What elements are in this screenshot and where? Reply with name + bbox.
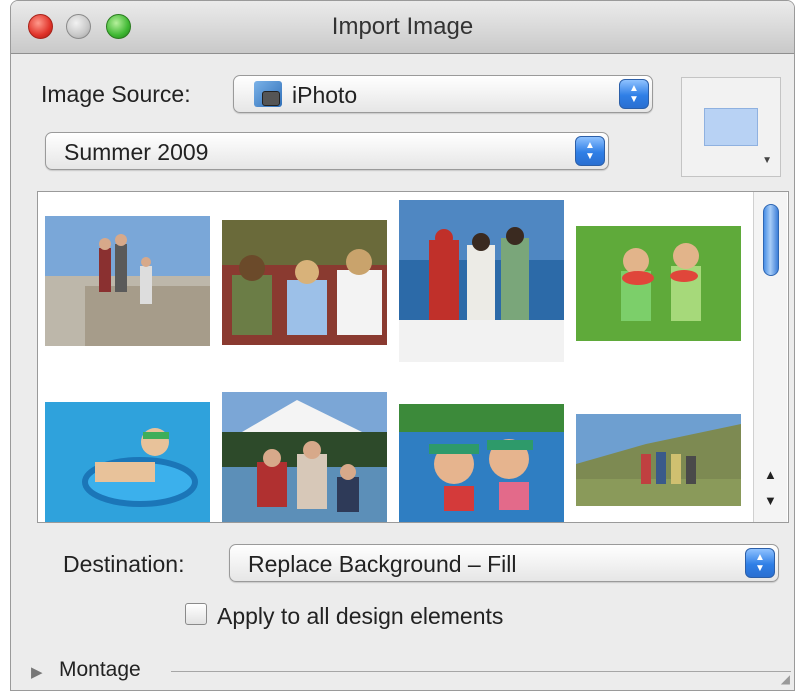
iphoto-icon <box>254 81 282 107</box>
popup-stepper-icon: ▲ ▼ <box>619 79 649 109</box>
apply-all-label[interactable]: Apply to all design elements <box>217 603 503 630</box>
album-popup[interactable]: Summer 2009 ▲ ▼ <box>45 132 609 170</box>
disclosure-triangle-icon[interactable]: ▶ <box>31 663 43 681</box>
window-title: Import Image <box>331 13 474 40</box>
image-source-popup[interactable]: iPhoto ▲ ▼ <box>233 75 653 113</box>
photo-thumbnail[interactable] <box>399 404 564 523</box>
vertical-scrollbar[interactable]: ▲ ▼ <box>753 192 787 522</box>
preview-well[interactable]: ▼ <box>681 77 781 177</box>
popup-stepper-icon: ▲ ▼ <box>745 548 775 578</box>
montage-label[interactable]: Montage <box>59 658 141 682</box>
photo-thumbnail[interactable] <box>222 220 387 345</box>
destination-popup[interactable]: Replace Background – Fill ▲ ▼ <box>229 544 779 582</box>
photo-thumbnail[interactable] <box>45 402 210 523</box>
album-value: Summer 2009 <box>64 139 209 165</box>
scroll-thumb[interactable] <box>763 204 779 276</box>
scroll-down-arrow-icon[interactable]: ▼ <box>764 494 777 508</box>
photo-thumbnail[interactable] <box>222 392 387 523</box>
image-source-label: Image Source: <box>41 81 191 107</box>
destination-value: Replace Background – Fill <box>248 551 517 577</box>
preview-image <box>704 108 758 146</box>
title-bar[interactable]: Import Image <box>11 1 794 54</box>
apply-all-checkbox[interactable] <box>185 603 207 625</box>
photo-thumbnail[interactable] <box>576 226 741 341</box>
import-image-window: Import Image Image Source: iPhoto ▲ ▼ Sum… <box>10 0 795 691</box>
resize-grip-icon[interactable]: ◢ <box>781 672 790 686</box>
image-browser[interactable] <box>37 191 789 523</box>
dropdown-arrow-icon: ▼ <box>762 155 772 166</box>
image-source-value: iPhoto <box>292 82 358 108</box>
destination-label: Destination: <box>63 551 185 577</box>
photo-thumbnail[interactable] <box>45 216 210 346</box>
montage-divider <box>171 671 791 672</box>
photo-thumbnail[interactable] <box>399 200 564 362</box>
scroll-up-arrow-icon[interactable]: ▲ <box>764 468 777 482</box>
popup-stepper-icon: ▲ ▼ <box>575 136 605 166</box>
photo-thumbnail[interactable] <box>576 414 741 506</box>
